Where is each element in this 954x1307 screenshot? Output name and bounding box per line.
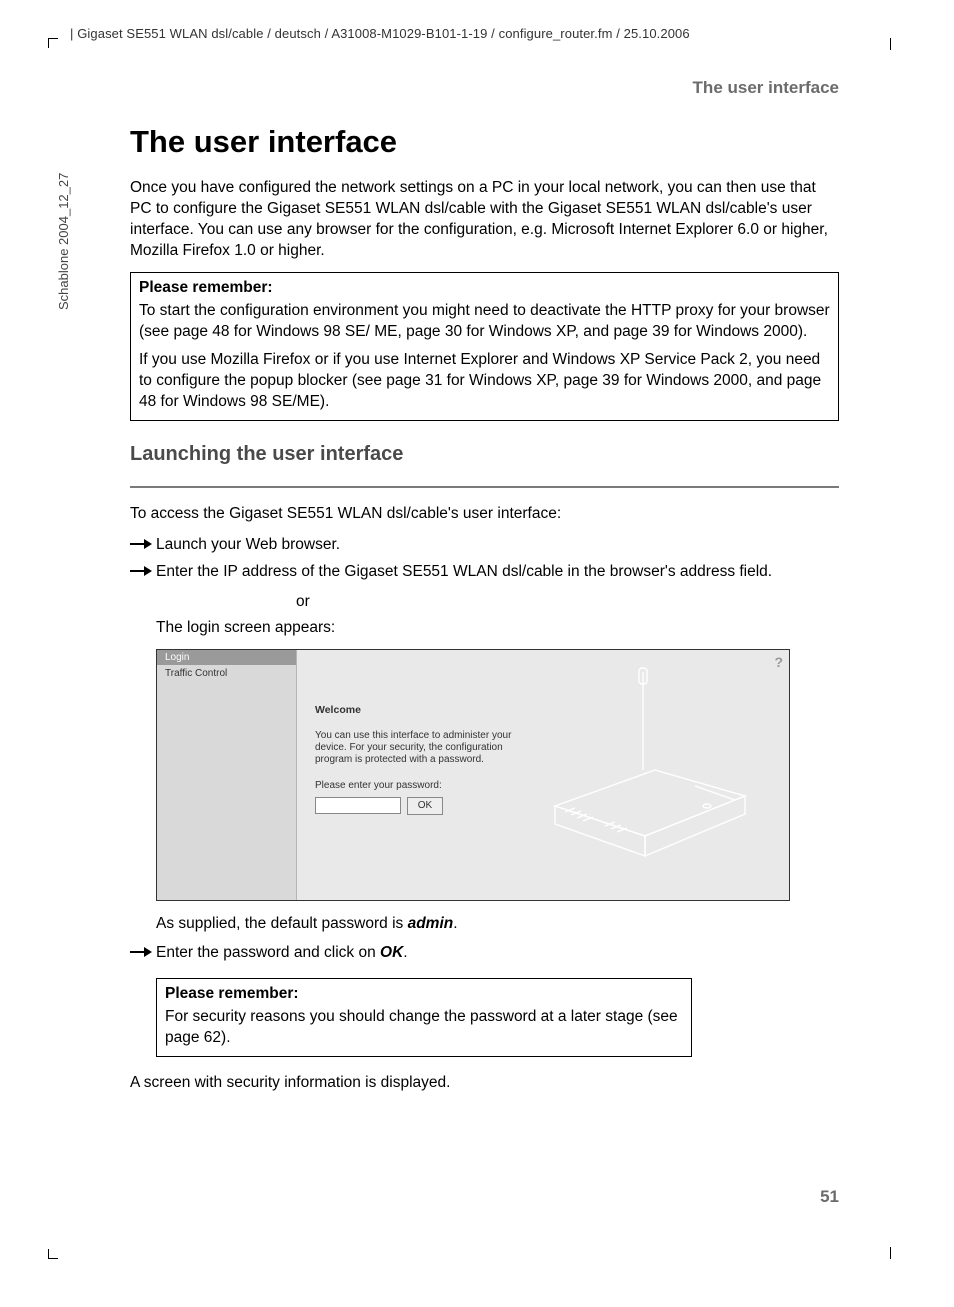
- ok-button[interactable]: OK: [407, 797, 443, 815]
- closing-line: A screen with security information is di…: [130, 1073, 839, 1094]
- password-input[interactable]: [315, 797, 401, 814]
- password-row: OK: [315, 797, 515, 815]
- step3-ok: OK: [380, 944, 403, 961]
- step-text: Launch your Web browser.: [156, 535, 839, 556]
- arrow-icon: [130, 943, 156, 961]
- help-icon[interactable]: ?: [774, 654, 783, 670]
- access-line: To access the Gigaset SE551 WLAN dsl/cab…: [130, 504, 839, 525]
- crop-mark-top-right: [885, 38, 891, 50]
- welcome-heading: Welcome: [315, 704, 515, 716]
- note-paragraph: For security reasons you should change t…: [165, 1007, 683, 1049]
- intro-paragraph: Once you have configured the network set…: [130, 178, 839, 262]
- heading-rule: [130, 486, 839, 488]
- page-title: The user interface: [130, 124, 839, 160]
- password-prompt: Please enter your password:: [315, 780, 515, 791]
- crop-mark-top-left: [48, 38, 58, 48]
- page-content: The user interface The user interface On…: [130, 78, 839, 1104]
- default-pw-post: .: [453, 915, 457, 932]
- arrow-icon: [130, 535, 156, 553]
- screenshot-main-panel: Welcome You can use this interface to ad…: [315, 704, 515, 815]
- arrow-icon: [130, 562, 156, 580]
- note-title: Please remember:: [139, 278, 830, 299]
- page-number: 51: [820, 1187, 839, 1207]
- login-screenshot: Login Traffic Control ? Welcome You can …: [156, 649, 790, 901]
- nav-item-login[interactable]: Login: [157, 650, 296, 665]
- step-text: Enter the password and click on OK.: [156, 943, 839, 964]
- note-paragraph-2: If you use Mozilla Firefox or if you use…: [139, 350, 830, 413]
- step3-pre: Enter the password and click on: [156, 944, 380, 961]
- step3-post: .: [403, 944, 407, 961]
- header-path-text: Gigaset SE551 WLAN dsl/cable / deutsch /…: [77, 26, 690, 41]
- section-heading-launching: Launching the user interface: [130, 443, 839, 468]
- note-box-password: Please remember: For security reasons yo…: [156, 978, 692, 1057]
- screenshot-sidebar: Login Traffic Control: [157, 650, 297, 900]
- router-illustration: [535, 666, 765, 866]
- default-pw-pre: As supplied, the default password is: [156, 915, 408, 932]
- login-appears-text: The login screen appears:: [156, 619, 839, 637]
- crop-mark-bottom-left: [48, 1249, 58, 1259]
- nav-item-traffic-control[interactable]: Traffic Control: [157, 665, 296, 681]
- running-head: The user interface: [130, 78, 839, 98]
- welcome-description: You can use this interface to administer…: [315, 730, 515, 766]
- default-pw-value: admin: [408, 915, 454, 932]
- note-title: Please remember:: [165, 984, 683, 1005]
- note-paragraph-1: To start the configuration environment y…: [139, 301, 830, 343]
- or-label: or: [296, 593, 839, 611]
- step-enter-password: Enter the password and click on OK.: [130, 943, 839, 964]
- crop-mark-bottom-right: [885, 1247, 891, 1259]
- step-text: Enter the IP address of the Gigaset SE55…: [156, 562, 839, 583]
- default-password-line: As supplied, the default password is adm…: [156, 915, 839, 933]
- step-launch-browser: Launch your Web browser.: [130, 535, 839, 556]
- document-header-path: | Gigaset SE551 WLAN dsl/cable / deutsch…: [70, 26, 874, 41]
- template-side-label: Schablone 2004_12_27: [56, 173, 71, 310]
- step-enter-ip: Enter the IP address of the Gigaset SE55…: [130, 562, 839, 583]
- note-box-proxy: Please remember: To start the configurat…: [130, 272, 839, 422]
